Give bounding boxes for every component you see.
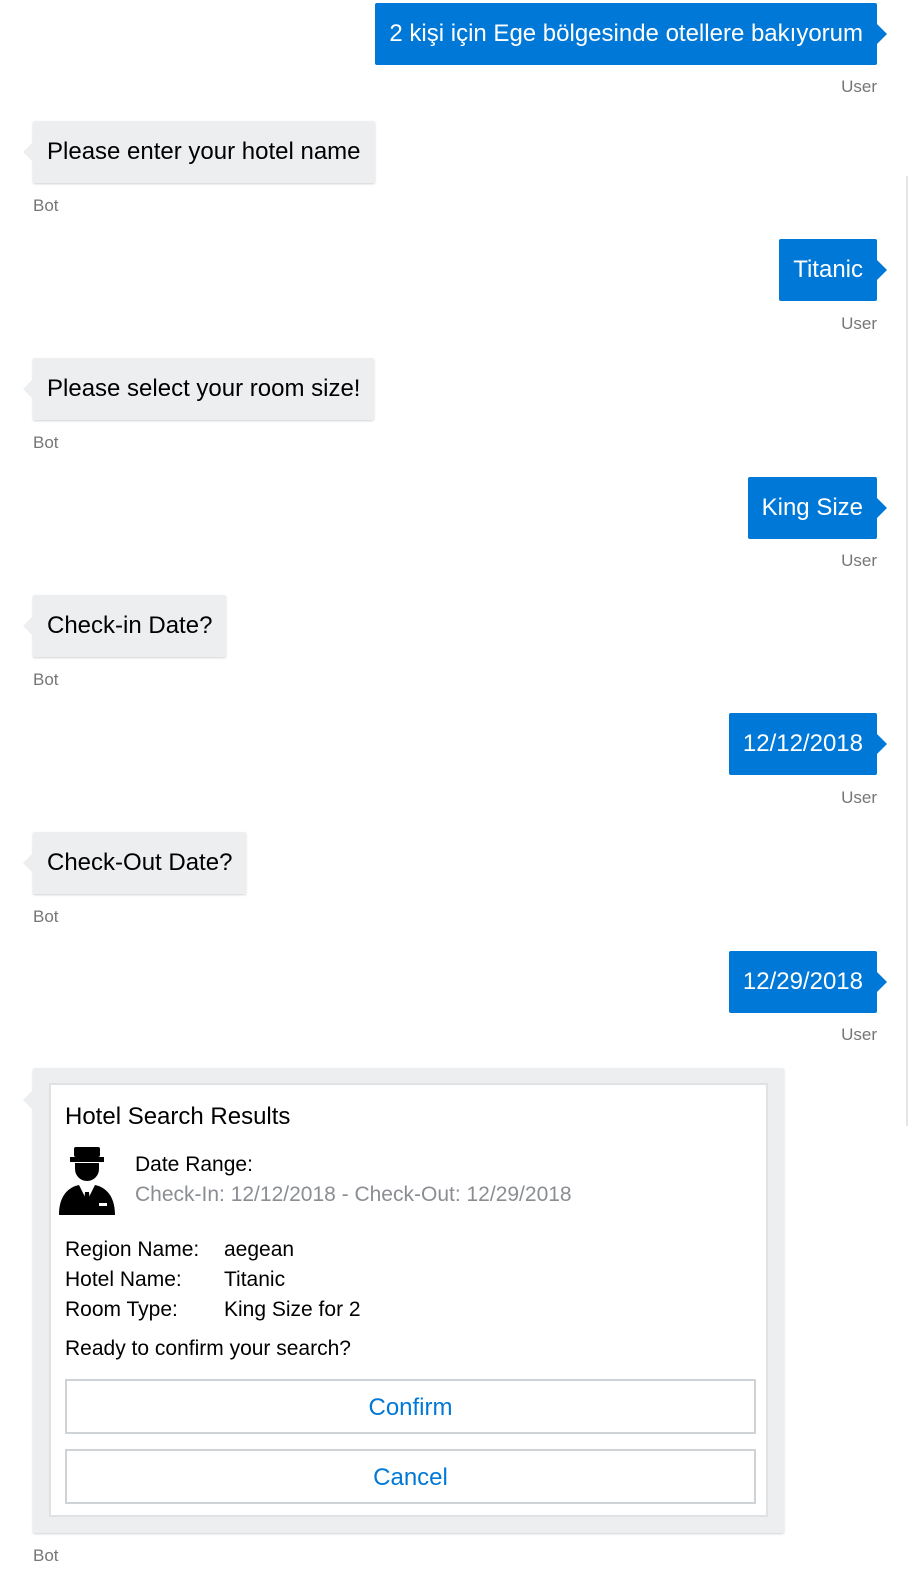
- sender-label: User: [841, 77, 877, 96]
- fact-key: Room Type:: [65, 1298, 178, 1321]
- fact-value: King Size for 2: [224, 1298, 361, 1321]
- user-bubble: 12/12/2018: [728, 713, 888, 775]
- concierge-icon: [59, 1147, 115, 1215]
- card-title: Hotel Search Results: [65, 1103, 291, 1130]
- cancel-button[interactable]: Cancel: [65, 1449, 756, 1504]
- user-bubble: 12/29/2018: [728, 951, 888, 1013]
- confirm-prompt: Ready to confirm your search?: [65, 1337, 351, 1360]
- sender-label: User: [841, 1025, 877, 1044]
- sender-label: User: [841, 551, 877, 570]
- fact-row: Hotel Name: Titanic: [65, 1265, 361, 1295]
- date-range-value: Check-In: 12/12/2018 - Check-Out: 12/29/…: [135, 1183, 572, 1206]
- sender-label: Bot: [33, 1546, 59, 1565]
- sender-label: User: [841, 788, 877, 807]
- sender-label: Bot: [33, 670, 59, 689]
- fact-key: Region Name:: [65, 1238, 200, 1261]
- bot-bubble: Please enter your hotel name: [23, 121, 375, 183]
- bot-bubble: Please select your room size!: [22, 358, 375, 420]
- fact-row: Region Name: aegean: [65, 1235, 361, 1265]
- bot-bubble: Check-in Date?: [22, 595, 227, 657]
- user-bubble: Titanic: [779, 239, 887, 301]
- fact-row: Room Type: King Size for 2: [65, 1295, 361, 1325]
- sender-label: Bot: [33, 196, 59, 215]
- bot-card-message: Hotel Search Results Date Range: Check-I…: [23, 1068, 784, 1533]
- user-bubble: 2 kişi için Ege bölgesinde otellere bakı…: [375, 3, 887, 65]
- sender-label: Bot: [33, 907, 59, 926]
- sender-label: Bot: [33, 433, 59, 452]
- fact-key: Hotel Name:: [65, 1268, 182, 1291]
- user-bubble: King Size: [747, 477, 888, 539]
- hotel-search-card: Hotel Search Results Date Range: Check-I…: [49, 1083, 768, 1517]
- scrollbar[interactable]: [906, 176, 908, 1126]
- fact-value: Titanic: [224, 1268, 286, 1291]
- fact-value: aegean: [224, 1238, 295, 1261]
- bot-bubble: Check-Out Date?: [22, 832, 247, 894]
- fact-set: Region Name: aegean Hotel Name: Titanic …: [65, 1235, 361, 1325]
- sender-label: User: [841, 314, 877, 333]
- confirm-button[interactable]: Confirm: [65, 1379, 756, 1434]
- date-range-label: Date Range:: [135, 1153, 253, 1176]
